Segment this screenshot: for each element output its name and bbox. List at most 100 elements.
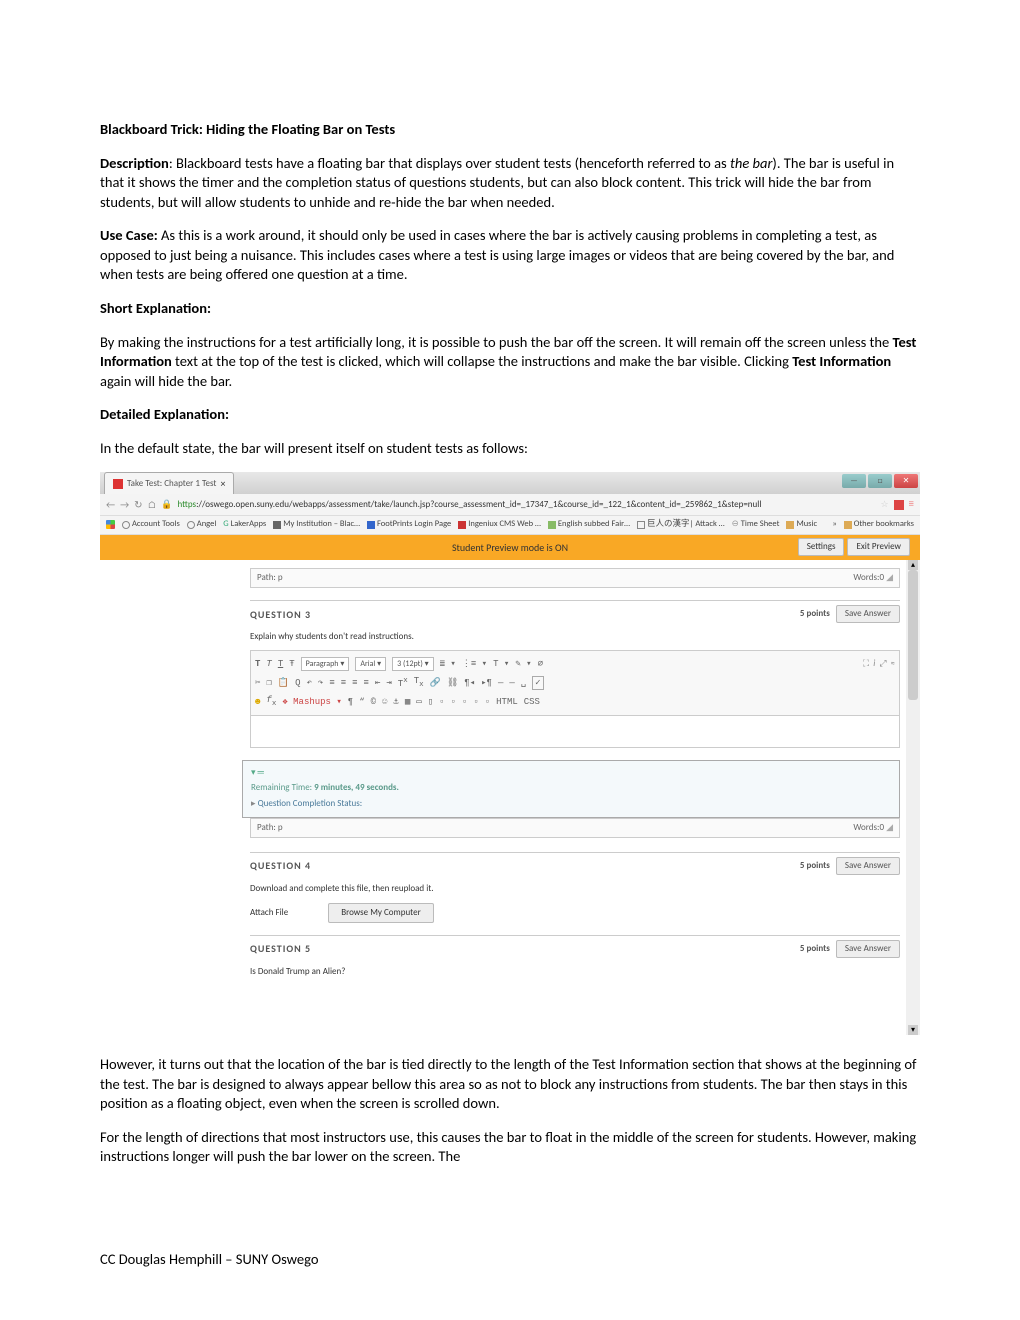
align-center-icon[interactable]: ≡ (341, 677, 346, 689)
table-col-icon[interactable]: ▯ (428, 696, 433, 708)
browser-tab[interactable]: Take Test: Chapter 1 Test × (104, 472, 234, 494)
paragraph-dropdown[interactable]: Paragraph ▾ (301, 657, 350, 672)
scroll-up-icon[interactable]: ▴ (908, 560, 918, 570)
scroll-thumb[interactable] (908, 570, 918, 700)
back-icon[interactable]: ← (106, 498, 115, 512)
hr-icon[interactable]: — (498, 677, 503, 689)
copyright-icon[interactable]: © (371, 696, 376, 708)
bookmark-item[interactable]: English subbed Fair… (548, 519, 630, 530)
quote-icon[interactable]: “ (359, 696, 364, 708)
formula-icon[interactable]: fx (266, 694, 276, 709)
cut-icon[interactable]: ✂ (255, 677, 260, 689)
menu-icon[interactable]: ≡ (909, 497, 914, 512)
spellcheck-icon[interactable]: ✓ (532, 676, 543, 690)
info-icon[interactable]: i (873, 658, 875, 670)
bookmark-item[interactable]: 巨人の漢字| Attack … (637, 519, 725, 530)
unlink-icon[interactable]: ⛓ (447, 677, 458, 689)
table-split-icon[interactable]: ▫ (473, 696, 478, 708)
highlight-icon[interactable]: ✎ ▾ (515, 658, 531, 670)
expand-icon[interactable]: ⤢ (879, 658, 886, 670)
clear-icon[interactable]: ⌀ (538, 658, 543, 670)
detailed-intro: In the default state, the bar will prese… (100, 439, 920, 459)
table-merge-icon[interactable]: ▫ (462, 696, 467, 708)
ltr-icon[interactable]: ¶◂ (464, 677, 475, 689)
underline-icon[interactable]: T (278, 658, 283, 670)
usecase-label: Use Case: (100, 226, 158, 244)
align-right-icon[interactable]: ≡ (352, 677, 357, 689)
table-row-icon[interactable]: ▭ (416, 696, 421, 708)
question-points: 5 points (800, 608, 830, 620)
question-prompt: Explain why students don't read instruct… (250, 631, 900, 643)
scrollbar[interactable]: ▴ ▾ (906, 560, 920, 1035)
nbsp-icon[interactable]: ␣ (521, 677, 526, 689)
bookmark-item[interactable]: Angel (187, 519, 217, 530)
window-minimize-icon[interactable]: — (842, 474, 866, 488)
apps-icon[interactable] (106, 520, 115, 529)
copy-icon[interactable]: ❐ (266, 677, 271, 689)
table-del-icon[interactable]: ▫ (451, 696, 456, 708)
bookmark-overflow-icon[interactable]: » (832, 519, 836, 530)
reload-icon[interactable]: ↻ (134, 498, 142, 512)
hr2-icon[interactable]: — (509, 677, 514, 689)
align-left-icon[interactable]: ≡ (329, 677, 334, 689)
tab-close-icon[interactable]: × (220, 477, 225, 491)
home-icon[interactable]: ⌂ (148, 498, 157, 512)
other-bookmarks[interactable]: Other bookmarks (844, 519, 914, 530)
extension-icon[interactable] (894, 500, 904, 510)
emoji-icon[interactable]: ☻ (255, 696, 260, 708)
numlist-icon[interactable]: ⋮≡ ▾ (462, 658, 487, 670)
redo-icon[interactable]: ↷ (318, 677, 323, 689)
bookmark-item[interactable]: GLakerApps (223, 519, 266, 530)
url-text[interactable]: https://oswego.open.suny.edu/webapps/ass… (178, 499, 876, 511)
forward-icon[interactable]: → (120, 498, 129, 512)
text-color-icon[interactable]: T ▾ (493, 658, 509, 670)
find-icon[interactable]: Q (295, 677, 300, 689)
question-completion-status[interactable]: ▸ Question Completion Status: (251, 798, 891, 810)
table-icon[interactable]: ▦ (405, 696, 410, 708)
subscript-icon[interactable]: Tx (414, 675, 424, 690)
align-justify-icon[interactable]: ≡ (364, 677, 369, 689)
indent-right-icon[interactable]: ⇥ (386, 677, 391, 689)
floating-test-bar[interactable]: ▾ ═ Remaining Time: 9 minutes, 49 second… (242, 760, 900, 817)
bookmark-item[interactable]: ⊖Time Sheet (732, 519, 780, 530)
scroll-down-icon[interactable]: ▾ (908, 1025, 918, 1035)
fullscreen-icon[interactable]: ⛶ (863, 658, 869, 670)
table-props-icon[interactable]: ▫ (485, 696, 490, 708)
float-bar-handle-icon[interactable]: ▾ ═ (251, 767, 891, 779)
exit-preview-button[interactable]: Exit Preview (847, 538, 910, 556)
paste-icon[interactable]: 📋 (278, 677, 289, 689)
bookmark-item[interactable]: Music (786, 519, 817, 530)
smiley-icon[interactable]: ☺ (382, 696, 387, 708)
browse-computer-button[interactable]: Browse My Computer (328, 903, 434, 923)
html-button[interactable]: HTML (496, 696, 518, 708)
font-dropdown[interactable]: Arial ▾ (355, 657, 386, 672)
indent-left-icon[interactable]: ⇤ (375, 677, 380, 689)
bookmark-item[interactable]: FootPrints Login Page (367, 519, 451, 530)
link-icon[interactable]: 🔗 (430, 677, 441, 689)
window-maximize-icon[interactable]: □ (868, 474, 892, 488)
pilcrow-icon[interactable]: ¶ (348, 696, 353, 708)
bookmark-item[interactable]: Ingeniux CMS Web … (458, 519, 541, 530)
star-icon[interactable]: ☆ (880, 499, 888, 511)
save-answer-button[interactable]: Save Answer (836, 605, 900, 623)
rich-text-editor[interactable] (250, 716, 900, 748)
save-answer-button[interactable]: Save Answer (836, 940, 900, 958)
bookmark-item[interactable]: Account Tools (122, 519, 180, 530)
css-button[interactable]: CSS (524, 696, 540, 708)
superscript-icon[interactable]: Tx (398, 676, 408, 690)
anchor-icon[interactable]: ⚓ (393, 696, 398, 708)
window-close-icon[interactable]: ✕ (894, 474, 918, 488)
italic-icon[interactable]: T (266, 658, 271, 670)
bold-icon[interactable]: T (255, 658, 260, 670)
list-icon[interactable]: ≣ ▾ (440, 658, 456, 670)
rtl-icon[interactable]: ▸¶ (481, 677, 492, 689)
table-cell-icon[interactable]: ▫ (439, 696, 444, 708)
size-dropdown[interactable]: 3 (12pt) ▾ (392, 657, 434, 672)
collapse-icon[interactable]: ≈ (891, 658, 895, 670)
save-answer-button[interactable]: Save Answer (836, 857, 900, 875)
strike-icon[interactable]: Ŧ (289, 658, 294, 670)
bookmark-item[interactable]: My Institution – Blac… (273, 519, 360, 530)
undo-icon[interactable]: ↶ (306, 677, 311, 689)
mashups-dropdown[interactable]: ❖ Mashups ▾ (282, 696, 341, 708)
settings-button[interactable]: Settings (798, 538, 845, 556)
